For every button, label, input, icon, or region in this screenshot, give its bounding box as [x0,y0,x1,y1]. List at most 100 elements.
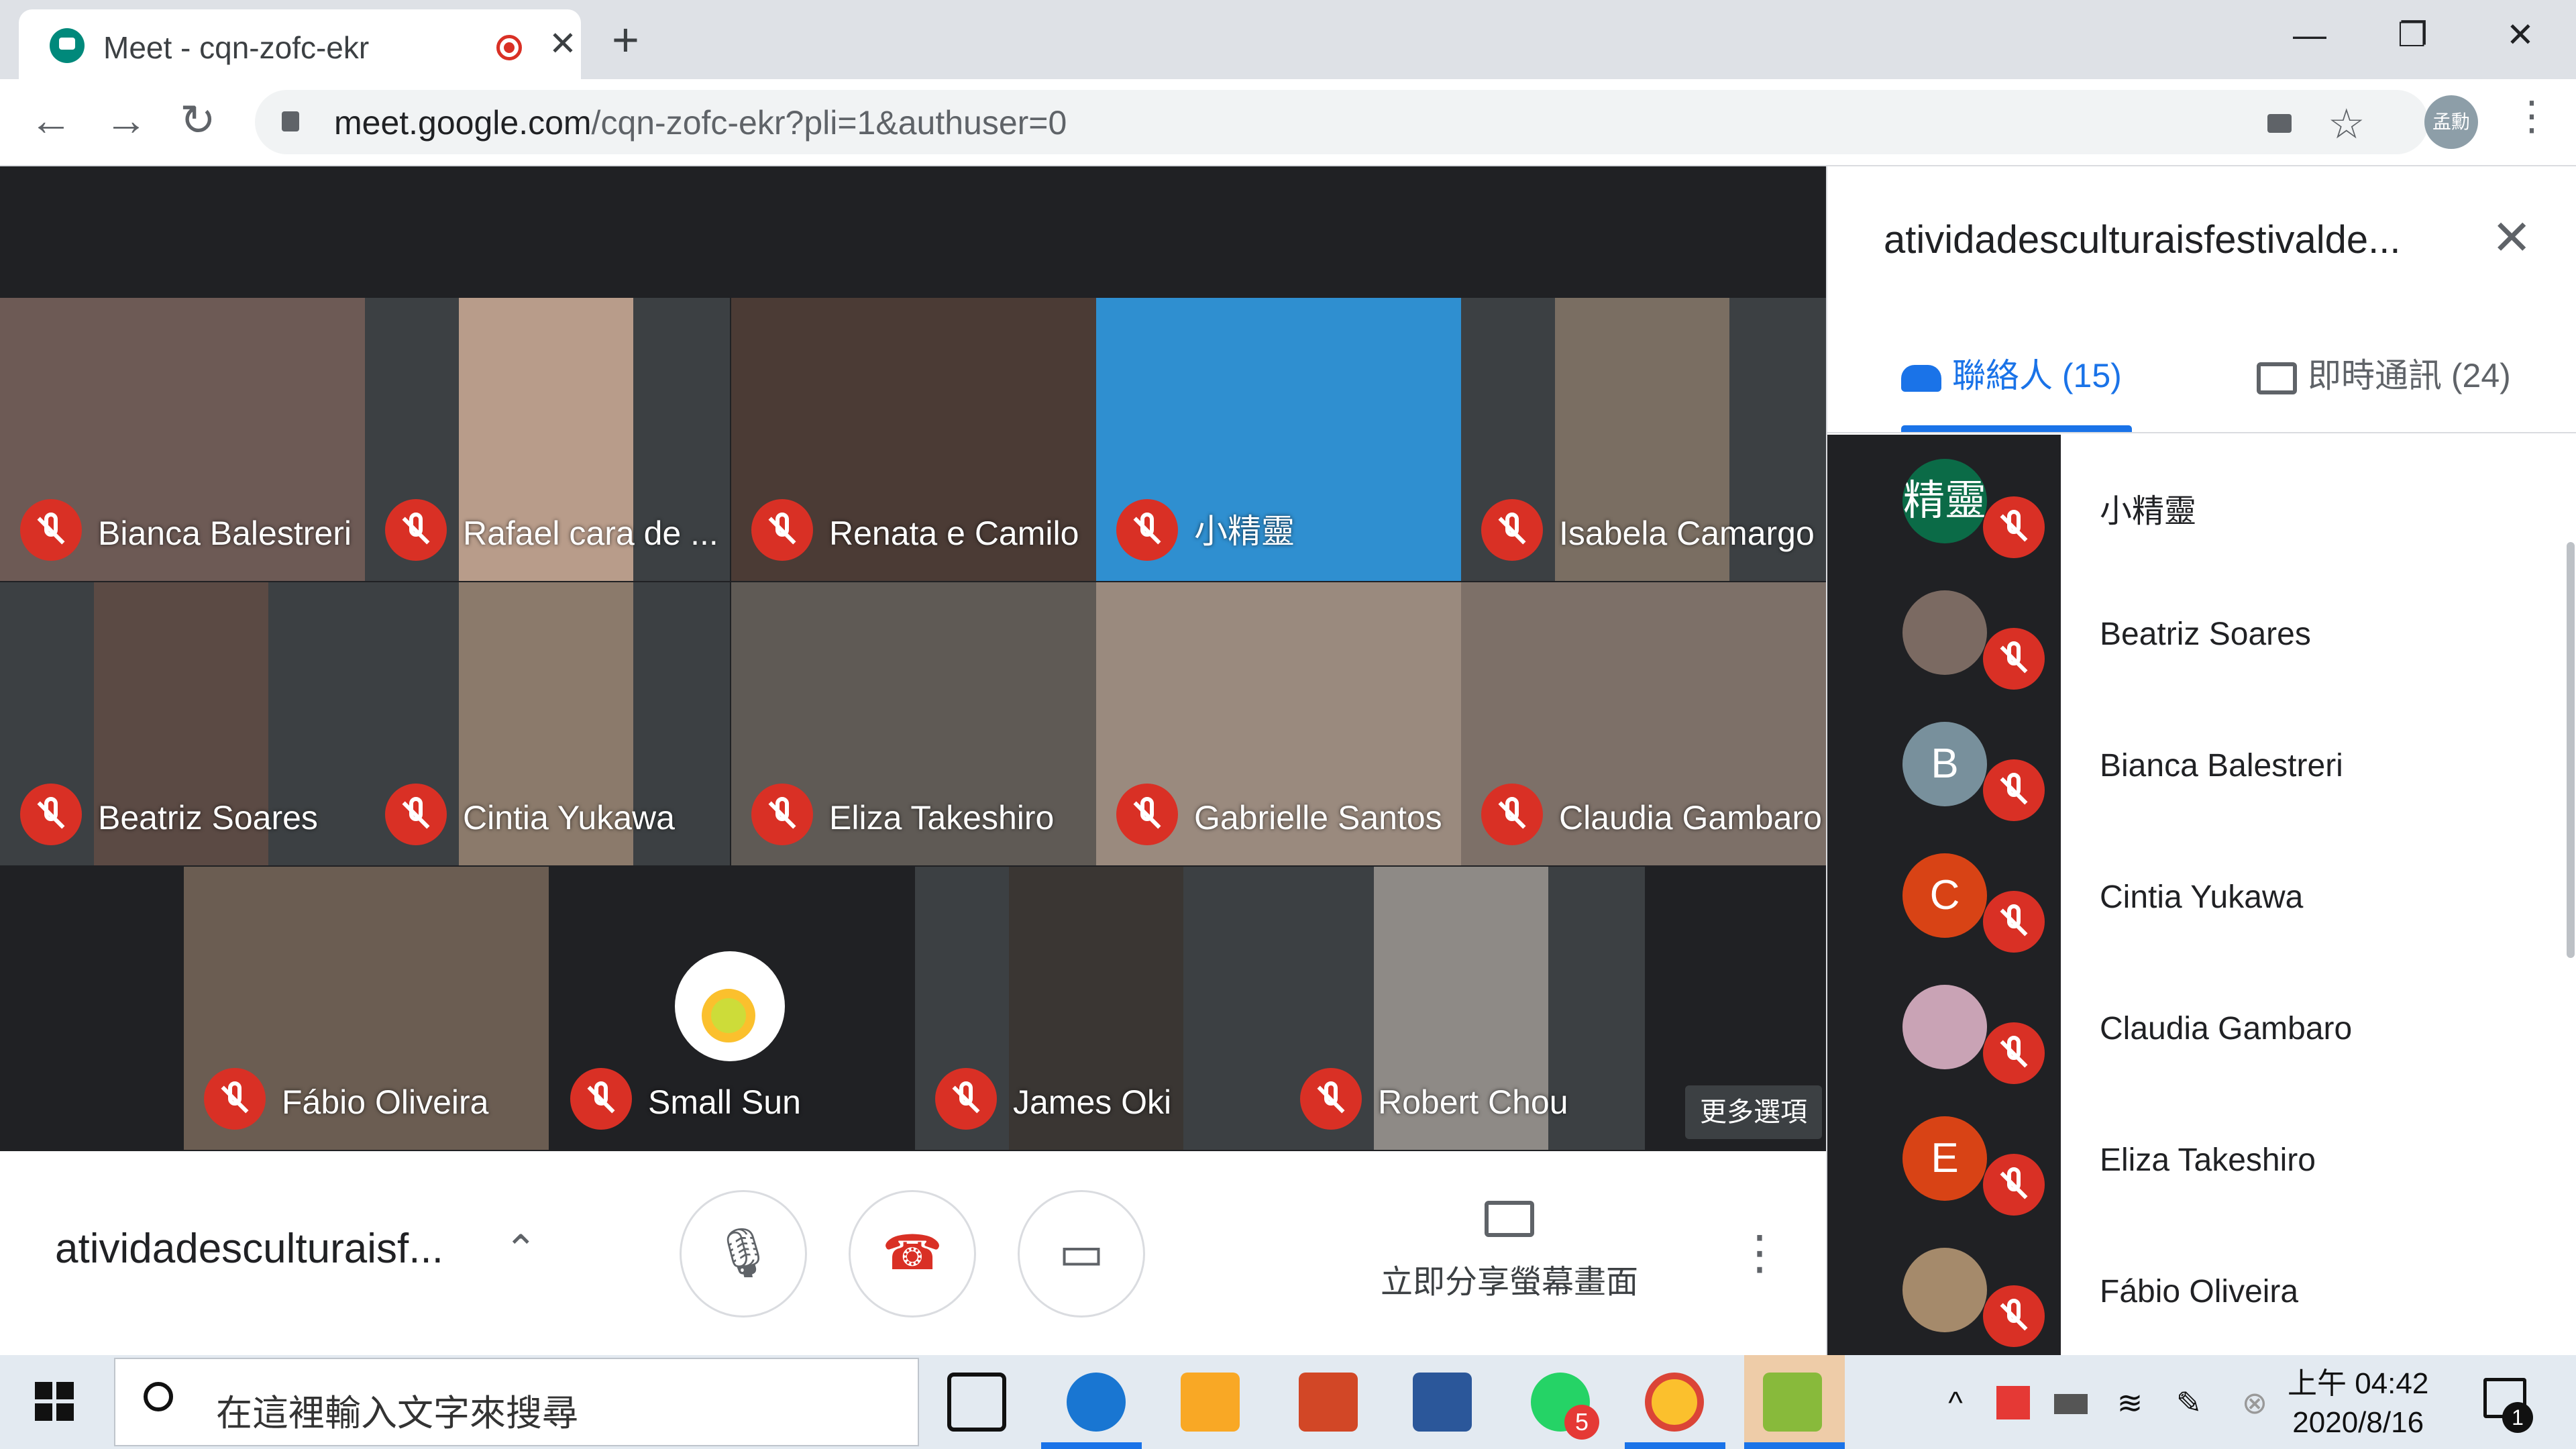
pen-icon[interactable]: ✎ [2172,1386,2206,1419]
tab-divider [1827,432,2576,433]
bookmark-star-icon[interactable]: ☆ [2328,99,2365,148]
video-tile[interactable]: Isabela Camargo [1461,298,1826,581]
browser-toolbar: ← → ↻ meet.google.com/cqn-zofc-ekr?pli=1… [0,79,2576,166]
participant-row[interactable]: Fábio Oliveira [1827,1224,2576,1355]
participant-name: Bianca Balestreri [98,515,352,552]
participant-name: Claudia Gambaro [1559,799,1822,837]
back-button[interactable]: ← [30,97,72,144]
wifi-icon[interactable]: ≋ [2113,1386,2147,1419]
video-tile[interactable]: Fábio Oliveira [184,867,549,1150]
url-text[interactable]: meet.google.com/cqn-zofc-ekr?pli=1&authu… [334,103,1067,142]
muted-mic-icon [935,1068,997,1130]
chat-icon [2257,362,2297,394]
participant-row[interactable]: B Bianca Balestreri [1827,698,2576,829]
lock-icon [282,111,299,131]
meet-favicon-icon [50,28,85,63]
powerpoint-icon[interactable] [1299,1373,1358,1432]
video-tile[interactable]: 小精靈 [1096,298,1461,581]
clock-time: 上午 04:42 [2288,1367,2429,1400]
present-screen-icon [1485,1201,1534,1237]
camera-button[interactable]: ▭ [1018,1190,1145,1318]
participant-row[interactable]: Beatriz Soares [1827,566,2576,698]
participant-name: Rafael cara de ... [463,515,718,552]
camera-indicator-icon[interactable] [2267,114,2292,133]
video-tile[interactable]: Cintia Yukawa [365,582,730,865]
participant-row[interactable]: C Cintia Yukawa [1827,829,2576,961]
muted-mic-icon [385,784,447,845]
whatsapp-icon[interactable]: 5 [1531,1373,1599,1440]
task-view-icon[interactable] [947,1373,1006,1432]
reload-button[interactable]: ↻ [180,97,216,144]
video-tile[interactable]: Rafael cara de ... [365,298,730,581]
video-tile[interactable]: Beatriz Soares [0,582,365,865]
active-indicator [1041,1442,1142,1449]
video-tile[interactable]: Bianca Balestreri [0,298,365,581]
chevron-up-icon[interactable]: ^ [1939,1386,1972,1419]
tray-app-icon[interactable] [1996,1386,2030,1419]
tab-strip: Meet - cqn-zofc-ekr ✕ + — ❐ ✕ [0,0,2576,79]
participant-row[interactable]: E Eliza Takeshiro [1827,1092,2576,1224]
muted-mic-icon [1983,496,2045,558]
muted-mic-icon [20,784,82,845]
video-tile[interactable]: Eliza Takeshiro [731,582,1096,865]
more-options-button[interactable]: 更多選項 [1685,1085,1822,1139]
microphone-button[interactable]: 🎙 [680,1190,807,1318]
profile-avatar[interactable]: 孟勳 [2424,95,2478,149]
minimize-button[interactable]: — [2293,15,2326,55]
participant-name: Fábio Oliveira [2100,1274,2299,1309]
avatar [1902,985,1987,1069]
new-tab-button[interactable]: + [612,16,639,63]
participant-name: Cintia Yukawa [463,799,675,837]
search-placeholder: 在這裡輸入文字來搜尋 [216,1393,578,1434]
active-indicator [1744,1442,1845,1449]
battery-icon[interactable] [2054,1394,2088,1414]
tab-title: Meet - cqn-zofc-ekr [103,30,370,65]
address-bar[interactable]: meet.google.com/cqn-zofc-ekr?pli=1&authu… [255,90,2428,154]
meeting-controls-bar: atividadesculturaisf... ⌃ 🎙 ☎ ▭ 立即分享螢幕畫面… [0,1151,1826,1355]
side-panel: atividadesculturaisfestivalde... ✕ 聯絡人 (… [1826,166,2576,1355]
chrome-icon[interactable] [1645,1373,1704,1432]
participant-row[interactable]: 精靈 小精靈 [1827,435,2576,566]
restore-button[interactable]: ❐ [2398,15,2428,55]
browser-menu-icon[interactable]: ⋮ [2512,93,2552,140]
taskbar-search-box[interactable]: 在這裡輸入文字來搜尋 [114,1358,919,1446]
more-vert-icon[interactable]: ⋮ [1736,1225,1783,1280]
edge-browser-icon[interactable] [1067,1373,1126,1432]
meeting-name[interactable]: atividadesculturaisf... [55,1225,443,1273]
tab-people[interactable]: 聯絡人 (15) [1901,349,2122,397]
clock[interactable]: 上午 04:42 2020/8/16 [2288,1364,2428,1442]
muted-mic-icon [20,499,82,561]
avatar [1902,590,1987,675]
video-tile[interactable]: James Oki [915,867,1280,1150]
tab-close-icon[interactable]: ✕ [549,24,577,63]
browser-tab[interactable]: Meet - cqn-zofc-ekr ✕ [19,9,581,79]
tab-chat[interactable]: 即時通訊 (24) [2257,349,2511,397]
active-indicator [1625,1442,1725,1449]
word-icon[interactable] [1413,1373,1472,1432]
video-tile[interactable]: Renata e Camilo [731,298,1096,581]
windows-start-icon[interactable] [35,1382,75,1422]
present-screen-button[interactable]: 立即分享螢幕畫面 [1368,1201,1650,1302]
participant-row[interactable]: Claudia Gambaro [1827,961,2576,1092]
forward-button[interactable]: → [105,97,148,144]
participant-name: Eliza Takeshiro [2100,1142,2316,1178]
panel-scrollbar[interactable] [2567,542,2575,958]
volume-muted-icon[interactable]: ⊗ [2238,1386,2271,1419]
small-sun-logo-icon [675,951,785,1061]
avatar: E [1902,1116,1987,1201]
video-tile[interactable]: Robert Chou [1280,867,1645,1150]
panel-close-icon[interactable]: ✕ [2491,209,2532,266]
muted-mic-icon [1983,628,2045,690]
video-tile[interactable]: Gabrielle Santos [1096,582,1461,865]
muted-mic-icon [570,1068,632,1130]
present-screen-label: 立即分享螢幕畫面 [1380,1265,1638,1300]
muted-mic-icon [1983,891,2045,953]
muted-mic-icon [1116,784,1178,845]
chevron-up-icon[interactable]: ⌃ [504,1226,537,1272]
file-explorer-icon[interactable] [1181,1373,1240,1432]
window-close-button[interactable]: ✕ [2506,15,2534,55]
hang-up-button[interactable]: ☎ [849,1190,976,1318]
muted-mic-icon [1481,784,1543,845]
video-tile[interactable]: Claudia Gambaro [1461,582,1826,865]
participant-name: Small Sun [648,1083,801,1121]
